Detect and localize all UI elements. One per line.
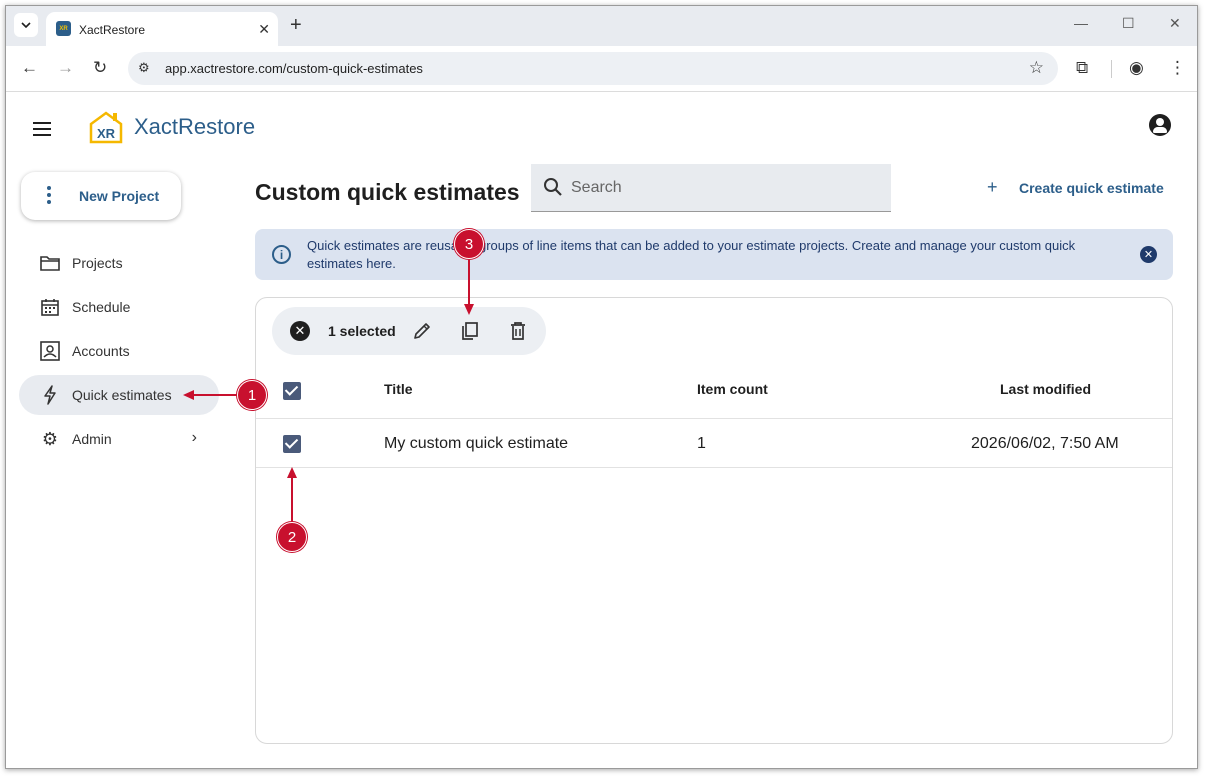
annotation-marker-3: 3 (454, 229, 484, 259)
new-project-button[interactable]: New Project (21, 172, 181, 220)
sidebar-item-label: Accounts (72, 343, 130, 359)
gear-icon: ⚙ (41, 428, 59, 449)
banner-text: Quick estimates are reusable groups of l… (307, 238, 1076, 271)
clear-selection-icon[interactable]: ✕ (290, 321, 310, 341)
page-title: Custom quick estimates (255, 179, 520, 205)
toolbar-divider (1111, 60, 1112, 78)
search-placeholder: Search (571, 179, 622, 196)
sidebar-item-label: Schedule (72, 299, 131, 315)
row-title: My custom quick estimate (384, 435, 569, 452)
row-checkbox[interactable] (283, 435, 301, 453)
tab-list-button[interactable] (14, 13, 38, 37)
svg-text:XR: XR (97, 126, 116, 141)
address-bar[interactable]: ⚙ app.xactrestore.com/custom-quick-estim… (128, 52, 1058, 85)
tab-title: XactRestore (79, 23, 146, 37)
search-icon (543, 177, 563, 202)
sidebar-item-accounts[interactable]: Accounts (19, 331, 219, 371)
browser-tab[interactable]: XR XactRestore ✕ (46, 12, 278, 46)
annotation-marker-2: 2 (277, 522, 307, 552)
contact-card-icon (39, 341, 61, 361)
close-tab-icon[interactable]: ✕ (258, 21, 270, 38)
copy-icon[interactable] (458, 319, 482, 343)
url-text: app.xactrestore.com/custom-quick-estimat… (165, 61, 423, 76)
browser-menu-icon[interactable]: ⋮ (1169, 58, 1186, 78)
brand-name: XactRestore (134, 114, 256, 139)
plus-icon: + (987, 177, 998, 197)
folder-icon (39, 253, 61, 273)
info-banner: i Quick estimates are reusable groups of… (255, 229, 1173, 280)
new-tab-icon[interactable]: + (290, 14, 302, 37)
sidebar-item-admin[interactable]: ⚙ Admin › (19, 419, 219, 459)
account-icon[interactable] (1149, 114, 1171, 136)
app-root: XR XactRestore New Project Projects Sche… (6, 92, 1197, 768)
header-divider (256, 418, 1172, 419)
address-toolbar: ← → ↻ ⚙ app.xactrestore.com/custom-quick… (6, 46, 1197, 92)
dismiss-banner-icon[interactable]: ✕ (1140, 246, 1157, 263)
minimize-icon[interactable]: — (1074, 15, 1088, 31)
chevron-down-icon (21, 22, 31, 28)
xactrestore-logo[interactable]: XR (87, 110, 125, 144)
column-header-title[interactable]: Title (384, 381, 413, 397)
select-all-checkbox[interactable] (283, 382, 301, 400)
menu-icon[interactable] (33, 122, 51, 136)
more-vert-icon (47, 186, 51, 207)
annotation-marker-1: 1 (237, 380, 267, 410)
column-header-item-count[interactable]: Item count (697, 381, 768, 397)
search-input[interactable]: Search (531, 164, 891, 212)
sidebar-item-projects[interactable]: Projects (19, 243, 219, 283)
new-project-label: New Project (79, 188, 160, 204)
tab-bar: XR XactRestore ✕ + — ☐ ✕ (6, 6, 1197, 46)
favicon: XR (56, 21, 71, 36)
browser-window: XR XactRestore ✕ + — ☐ ✕ ← → ↻ ⚙ app.xac… (5, 5, 1198, 769)
quick-estimates-table: ✕ 1 selected Title Item count Last modif… (255, 297, 1173, 744)
row-item-count: 1 (697, 435, 706, 452)
create-quick-estimate-label: Create quick estimate (1019, 180, 1164, 196)
delete-icon[interactable] (506, 319, 530, 343)
row-divider (256, 467, 1172, 468)
sidebar-item-quick-estimates[interactable]: Quick estimates (19, 375, 219, 415)
profile-icon[interactable]: ◉ (1129, 58, 1144, 78)
reload-icon[interactable]: ↻ (93, 58, 107, 78)
sidebar-item-schedule[interactable]: Schedule (19, 287, 219, 327)
chevron-right-icon: › (191, 429, 197, 446)
calendar-icon (39, 297, 61, 317)
selection-toolbar: ✕ 1 selected (272, 307, 546, 355)
column-header-last-modified[interactable]: Last modified (1000, 381, 1091, 397)
row-last-modified: 2026/06/02, 7:50 AM (971, 435, 1119, 452)
extensions-icon[interactable]: ⧉ (1076, 58, 1088, 78)
back-icon[interactable]: ← (21, 58, 38, 78)
site-info-icon[interactable]: ⚙ (138, 60, 150, 76)
selected-count: 1 selected (328, 323, 396, 339)
edit-icon[interactable] (410, 319, 434, 343)
bookmark-star-icon[interactable]: ☆ (1029, 58, 1044, 78)
sidebar-item-label: Quick estimates (72, 387, 172, 403)
maximize-icon[interactable]: ☐ (1122, 15, 1135, 32)
sidebar-item-label: Admin (72, 431, 112, 447)
sidebar-item-label: Projects (72, 255, 123, 271)
close-window-icon[interactable]: ✕ (1169, 15, 1181, 32)
info-icon: i (272, 245, 291, 264)
forward-icon[interactable]: → (57, 58, 74, 78)
lightning-icon (39, 385, 61, 405)
